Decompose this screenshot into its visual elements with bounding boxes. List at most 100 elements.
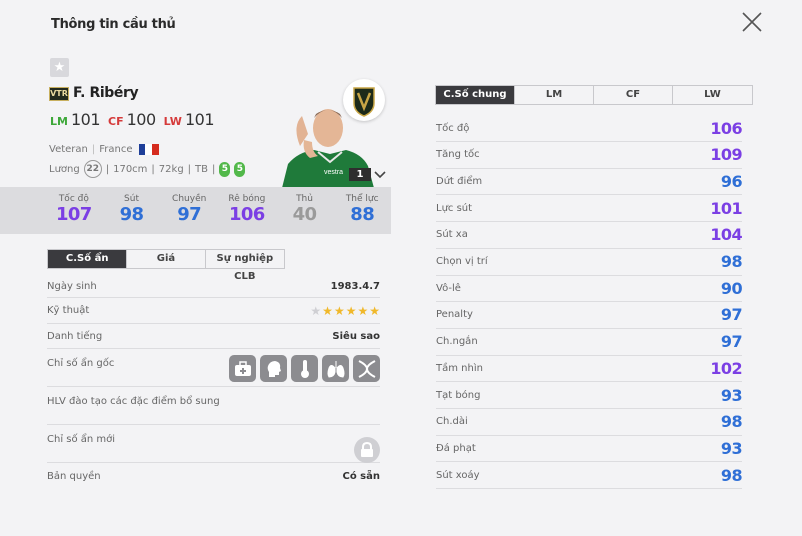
attribute-value: 98 bbox=[720, 252, 743, 271]
left-tab-bar: C.Số ẩn Giá Sự nghiệp CLB bbox=[47, 249, 285, 282]
attribute-row: Tạt bóng 93 bbox=[436, 382, 743, 409]
attribute-row: Ch.dài 98 bbox=[436, 409, 743, 436]
height: 170cm bbox=[113, 163, 148, 175]
salary-badge: 22 bbox=[83, 160, 102, 178]
lungs-icon[interactable] bbox=[322, 355, 349, 382]
star-icon: ★ bbox=[310, 303, 322, 318]
info-label: HLV đào tạo các đặc điểm bổ sung bbox=[47, 396, 220, 407]
favorite-star-icon[interactable]: ★ bbox=[50, 58, 69, 77]
tab-lw[interactable]: LW bbox=[673, 86, 752, 104]
attribute-row: Dứt điểm 96 bbox=[436, 168, 743, 196]
attribute-label: Sút xa bbox=[436, 229, 468, 241]
tab-cf[interactable]: CF bbox=[594, 86, 673, 104]
medical-bag-icon[interactable] bbox=[229, 355, 256, 382]
stat-label: Tốc độ bbox=[58, 194, 89, 204]
body-type: TB bbox=[195, 163, 209, 175]
info-row-fame: Danh tiếng Siêu sao bbox=[47, 324, 380, 349]
thermometer-ball-icon[interactable] bbox=[291, 355, 318, 382]
attribute-row: Penalty 97 bbox=[436, 302, 743, 329]
position-ratings: LM 101 CF 100 LW 101 bbox=[50, 110, 215, 129]
player-physical: Lương 22 | 170cm | 72kg | TB | 5 5 bbox=[49, 160, 246, 178]
tab-general-stats[interactable]: C.Số chung bbox=[436, 86, 515, 104]
attribute-value: 97 bbox=[720, 305, 743, 325]
stat-value: 40 bbox=[292, 204, 317, 225]
stat-label: Rê bóng bbox=[228, 194, 266, 204]
attribute-value: 98 bbox=[720, 412, 743, 432]
info-label: Kỹ thuật bbox=[47, 305, 90, 316]
main-stats-bar: Tốc độ 107 Sút 98 Chuyền 97 Rê bóng 106 Thủ 4… bbox=[0, 187, 391, 234]
attribute-row: Vô-lê 90 bbox=[436, 275, 743, 303]
stat-value: 88 bbox=[350, 204, 375, 225]
attribute-row: Sút xa 104 bbox=[436, 222, 743, 249]
attribute-value: 90 bbox=[720, 278, 743, 298]
level-selector[interactable]: 1 bbox=[349, 168, 386, 181]
info-label: Bản quyền bbox=[47, 470, 101, 482]
attribute-label: Chọn vị trí bbox=[436, 256, 488, 267]
attribute-value: 93 bbox=[720, 385, 743, 405]
france-flag-icon bbox=[138, 144, 159, 155]
close-icon[interactable] bbox=[740, 10, 764, 34]
attribute-label: Vô-lê bbox=[436, 282, 461, 294]
attribute-row: Tốc độ 106 bbox=[436, 115, 743, 142]
trait-icons bbox=[229, 355, 380, 386]
season-badge: VTR bbox=[49, 87, 69, 101]
position-rating-cf: CF 100 bbox=[108, 110, 156, 129]
attribute-row: Lực sút 101 bbox=[436, 195, 743, 223]
info-row-birth: Ngày sinh 1983.4.7 bbox=[47, 276, 380, 298]
attribute-value: 98 bbox=[720, 465, 743, 485]
info-value: 1983.4.7 bbox=[330, 281, 380, 292]
skill-stars: ★ ★ ★ ★ ★ ★ bbox=[310, 304, 380, 318]
stat-label: Chuyền bbox=[172, 194, 207, 204]
tab-club-career[interactable]: Sự nghiệp CLB bbox=[205, 250, 284, 282]
attribute-label: Dứt điểm bbox=[436, 175, 483, 187]
attribute-row: Đá phạt 93 bbox=[436, 435, 743, 463]
head-icon[interactable] bbox=[260, 355, 287, 382]
info-label: Chỉ số ẩn mới bbox=[47, 434, 116, 445]
info-row-traits: Chỉ số ẩn gốc bbox=[47, 349, 380, 387]
stat-value: 107 bbox=[55, 204, 92, 225]
attribute-row: Chọn vị trí 98 bbox=[436, 249, 743, 276]
info-row-new-traits: Chỉ số ẩn mới bbox=[47, 425, 380, 463]
position-value: 101 bbox=[70, 110, 101, 129]
stat-value: 106 bbox=[228, 204, 265, 225]
info-row-coach: HLV đào tạo các đặc điểm bổ sung bbox=[47, 387, 380, 425]
info-value: Có sẵn bbox=[342, 470, 380, 482]
attribute-label: Ch.ngắn bbox=[436, 336, 478, 348]
lock-icon bbox=[354, 437, 380, 463]
position-label: LM bbox=[50, 115, 68, 128]
attribute-label: Sút xoáy bbox=[436, 469, 480, 481]
player-name: F. Ribéry bbox=[73, 85, 139, 101]
position-rating-lm: LM 101 bbox=[50, 110, 101, 129]
star-icon: ★ bbox=[369, 303, 380, 318]
main-stat: Rê bóng 106 bbox=[218, 187, 276, 234]
star-icon: ★ bbox=[322, 303, 333, 318]
attribute-label: Tốc độ bbox=[436, 122, 470, 134]
attribute-value: 106 bbox=[710, 118, 742, 138]
attribute-label: Tăng tốc bbox=[436, 149, 480, 161]
divider: | bbox=[212, 163, 216, 175]
tab-price[interactable]: Giá bbox=[127, 250, 206, 268]
dna-icon[interactable] bbox=[353, 355, 380, 382]
position-value: 101 bbox=[184, 110, 215, 129]
weight: 72kg bbox=[158, 163, 184, 175]
attribute-label: Lực sút bbox=[436, 202, 473, 214]
divider: | bbox=[151, 163, 155, 175]
attribute-label: Penalty bbox=[436, 309, 473, 321]
nation: France bbox=[99, 144, 133, 155]
info-label: Chỉ số ẩn gốc bbox=[47, 358, 115, 369]
position-rating-lw: LW 101 bbox=[164, 110, 215, 129]
tab-lm[interactable]: LM bbox=[515, 86, 594, 104]
position-value: 100 bbox=[126, 110, 157, 129]
info-label: Ngày sinh bbox=[47, 281, 97, 292]
attribute-row: Tăng tốc 109 bbox=[436, 142, 743, 169]
skill-moves-badge: 5 bbox=[234, 161, 246, 177]
attribute-value: 101 bbox=[710, 198, 742, 218]
tab-hidden-stats[interactable]: C.Số ẩn bbox=[48, 250, 128, 268]
info-row-skill: Kỹ thuật ★ ★ ★ ★ ★ ★ bbox=[47, 298, 380, 324]
right-tab-bar: C.Số chung LM CF LW bbox=[435, 85, 753, 105]
main-stat: Sút 98 bbox=[103, 187, 161, 234]
level-badge: 1 bbox=[349, 168, 371, 181]
info-label: Danh tiếng bbox=[47, 330, 103, 342]
attribute-value: 109 bbox=[710, 145, 742, 165]
svg-text:vestra: vestra bbox=[324, 169, 343, 176]
